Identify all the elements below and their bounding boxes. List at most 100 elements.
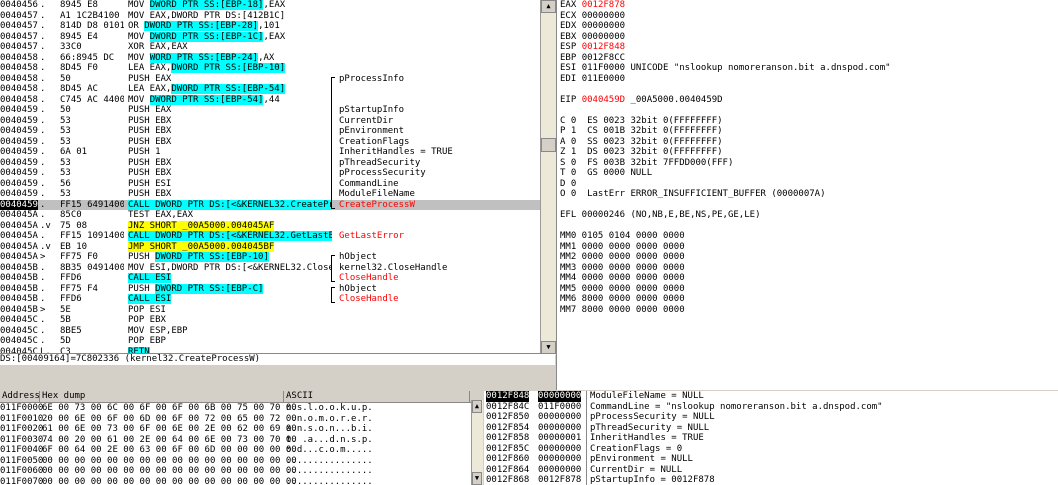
dump-hex[interactable]: 61 00 6E 00 73 00 6F 00 6E 00 2E 00 62 0… <box>42 424 297 435</box>
register-row[interactable]: C 0 ES 0023 32bit 0(FFFFFFFF) <box>557 116 1058 127</box>
scroll-up-button[interactable]: ▲ <box>541 0 556 13</box>
dump-hex[interactable]: 00 00 00 00 00 00 00 00 00 00 00 00 00 0… <box>42 477 297 485</box>
stack-address[interactable]: 0012F868 <box>486 475 529 485</box>
stack-address[interactable]: 0012F858 <box>486 433 529 444</box>
stack-value[interactable]: 0012F878 <box>538 475 581 485</box>
disasm-address[interactable]: 0040459B <box>0 179 38 190</box>
disasm-row[interactable]: 004045A7. FF15 1091400 CALL DWORD PTR DS:[… <box>0 231 540 242</box>
register-row[interactable]: MM6 8000 0000 0000 0000 <box>557 294 1058 305</box>
disasm-row[interactable]: 004045C0. 5B POP EBX <box>0 315 540 326</box>
register-row[interactable]: EBP 0012F8CC <box>557 53 1058 64</box>
disasm-instruction[interactable]: MOV WORD PTR SS:[EBP-24],AX <box>128 52 332 64</box>
register-row[interactable]: MM0 0105 0104 0000 0000 <box>557 231 1058 242</box>
disasm-row[interactable]: 00404595. 53 PUSH EBX pEnvironment <box>0 126 540 137</box>
dump-header-address[interactable]: Address <box>0 391 40 402</box>
disasm-instruction[interactable]: MOV ESP,EBP <box>128 326 332 337</box>
disasm-address[interactable]: 00404570 <box>0 11 38 22</box>
disasm-instruction[interactable]: LEA EAX,DWORD PTR SS:[EBP-10] <box>128 63 332 74</box>
dump-address[interactable]: 011F0010 <box>0 414 43 425</box>
dump-row[interactable]: 011F0030 74 00 20 00 61 00 2E 00 64 00 6E… <box>0 435 480 446</box>
register-row[interactable]: MM4 0000 0000 0000 0000 <box>557 273 1058 284</box>
registers-pane[interactable]: EAX 0012F878 ECX 00000000 EDX 00000000 EBX … <box>557 0 1058 390</box>
register-row[interactable]: EIP 0040459D _00A5000.0040459D <box>557 95 1058 106</box>
dump-address[interactable]: 011F0030 <box>0 435 43 446</box>
disasm-address[interactable]: 004045A7 <box>0 231 38 242</box>
register-row[interactable]: P 1 CS 001B 32bit 0(FFFFFFFF) <box>557 126 1058 137</box>
stack-value[interactable]: 00000000 <box>538 391 582 402</box>
dump-row[interactable]: 011F0000 6E 00 73 00 6C 00 6F 00 6F 00 6B… <box>0 403 480 414</box>
dump-address[interactable]: 011F0020 <box>0 424 43 435</box>
disasm-instruction[interactable]: PUSH EBX <box>128 137 332 148</box>
dump-row[interactable]: 011F0050 00 00 00 00 00 00 00 00 00 00 00… <box>0 456 480 467</box>
disassembly-scrollbar[interactable]: ▲ ▼ <box>540 0 557 355</box>
register-value[interactable]: 011F0000 <box>582 63 625 73</box>
disasm-row[interactable]: 004045B2. 8B35 0491400 MOV ESI,DWORD PTR D… <box>0 263 540 274</box>
disasm-address[interactable]: 00404595 <box>0 126 38 137</box>
dump-hex[interactable]: 6E 00 73 00 6C 00 6F 00 6F 00 6B 00 75 0… <box>42 403 297 414</box>
stack-row[interactable]: 0012F848 00000000 ModuleFileName = NULL <box>484 391 1058 402</box>
stack-row[interactable]: 0012F84C 011F0000 CommandLine = "nslookup … <box>484 402 1058 413</box>
disasm-instruction[interactable]: MOV DWORD PTR SS:[EBP-1C],EAX <box>128 31 332 43</box>
disasm-row[interactable]: 00404585. 8D45 F0 LEA EAX,DWORD PTR SS:[EB… <box>0 63 540 74</box>
register-row[interactable]: T 0 GS 0000 NULL <box>557 168 1058 179</box>
register-row[interactable]: MM3 0000 0000 0000 0000 <box>557 263 1058 274</box>
disasm-instruction[interactable]: JNZ SHORT _00A5000.004045AF <box>128 220 332 232</box>
stack-value[interactable]: 00000000 <box>538 444 581 455</box>
register-row[interactable]: S 0 FS 003B 32bit 7FFDD000(FFF) <box>557 158 1058 169</box>
stack-value[interactable]: 00000000 <box>538 465 581 476</box>
disasm-address[interactable]: 00404581 <box>0 53 38 64</box>
disasm-instruction[interactable]: PUSH EBX <box>128 168 332 179</box>
disasm-row[interactable]: 00404594. 53 PUSH EBX CurrentDir <box>0 116 540 127</box>
disasm-instruction[interactable]: PUSH DWORD PTR SS:[EBP-C] <box>128 283 332 295</box>
stack-row[interactable]: 0012F850 00000000 pProcessSecurity = NULL <box>484 412 1058 423</box>
dump-address[interactable]: 011F0040 <box>0 445 43 456</box>
stack-value[interactable]: 00000000 <box>538 423 581 434</box>
disasm-address[interactable]: 0040459D <box>0 199 38 210</box>
dump-ascii[interactable]: a.n.s.o.n...b.i. <box>286 424 373 435</box>
disasm-address[interactable]: 004045C1 <box>0 326 38 337</box>
scroll-thumb[interactable] <box>541 138 556 152</box>
disasm-instruction[interactable]: MOV ESI,DWORD PTR DS:[<&KERNEL32.CloseH <box>128 263 332 274</box>
disasm-row[interactable]: 004045BA. FF75 F4 PUSH DWORD PTR SS:[EBP-C… <box>0 283 540 295</box>
register-row[interactable]: O 0 LastErr ERROR_INSUFFICIENT_BUFFER (0… <box>557 189 1058 200</box>
disasm-address[interactable]: 004045A3 <box>0 210 38 221</box>
stack-value[interactable]: 00000000 <box>538 454 581 465</box>
disasm-row[interactable]: 00404581. 66:8945 DC MOV WORD PTR SS:[EBP-… <box>0 52 540 64</box>
disasm-instruction[interactable]: PUSH 1 <box>128 147 332 158</box>
stack-value[interactable]: 00000001 <box>538 433 581 444</box>
stack-address[interactable]: 0012F850 <box>486 412 529 423</box>
stack-address[interactable]: 0012F860 <box>486 454 529 465</box>
register-row[interactable] <box>557 200 1058 211</box>
register-row[interactable] <box>557 221 1058 232</box>
pane-splitter[interactable] <box>0 365 556 390</box>
disasm-address[interactable]: 0040459A <box>0 168 38 179</box>
register-row[interactable]: MM5 0000 0000 0000 0000 <box>557 284 1058 295</box>
disasm-instruction[interactable]: OR DWORD PTR SS:[EBP-28],101 <box>128 21 332 32</box>
register-row[interactable]: A 0 SS 0023 32bit 0(FFFFFFFF) <box>557 137 1058 148</box>
disasm-address[interactable]: 0040456D <box>0 0 38 11</box>
register-row[interactable]: EBX 00000000 <box>557 32 1058 43</box>
register-row[interactable]: MM7 8000 0000 0000 0000 <box>557 305 1058 316</box>
disasm-row[interactable]: 004045AF> FF75 F0 PUSH DWORD PTR SS:[EBP-1… <box>0 252 540 263</box>
disasm-row[interactable]: 00404589. 8D45 AC LEA EAX,DWORD PTR SS:[EB… <box>0 84 540 95</box>
register-row[interactable] <box>557 105 1058 116</box>
disasm-address[interactable]: 004045C0 <box>0 315 38 326</box>
dump-scroll-down-button[interactable]: ▼ <box>472 472 482 485</box>
disasm-instruction[interactable]: PUSH EBX <box>128 116 332 127</box>
register-value[interactable]: 0012F8CC <box>582 53 625 63</box>
dump-address[interactable]: 011F0000 <box>0 403 43 414</box>
dump-ascii[interactable]: n.s.l.o.o.k.u.p. <box>286 403 373 414</box>
stack-pane[interactable]: 0012F848 00000000 ModuleFileName = NULL 001… <box>484 391 1058 485</box>
disasm-row[interactable]: 00404599. 53 PUSH EBX pThreadSecurity <box>0 158 540 169</box>
disasm-instruction[interactable]: PUSH ESI <box>128 179 332 190</box>
disasm-address[interactable]: 00404588 <box>0 74 38 85</box>
disasm-instruction[interactable]: PUSH EAX <box>128 74 332 85</box>
disasm-address[interactable]: 00404596 <box>0 137 38 148</box>
register-row[interactable]: EAX 0012F878 <box>557 0 1058 11</box>
register-value[interactable]: 00000000 <box>582 21 625 31</box>
disasm-instruction[interactable]: CALL DWORD PTR DS:[<&KERNEL32.GetLastEr <box>128 231 332 242</box>
dump-hex[interactable]: 6F 00 64 00 2E 00 63 00 6F 00 6D 00 00 0… <box>42 445 297 456</box>
disasm-instruction[interactable]: TEST EAX,EAX <box>128 210 332 221</box>
dump-ascii[interactable]: ................ <box>286 477 373 485</box>
register-value[interactable]: 011E0000 <box>582 74 625 84</box>
